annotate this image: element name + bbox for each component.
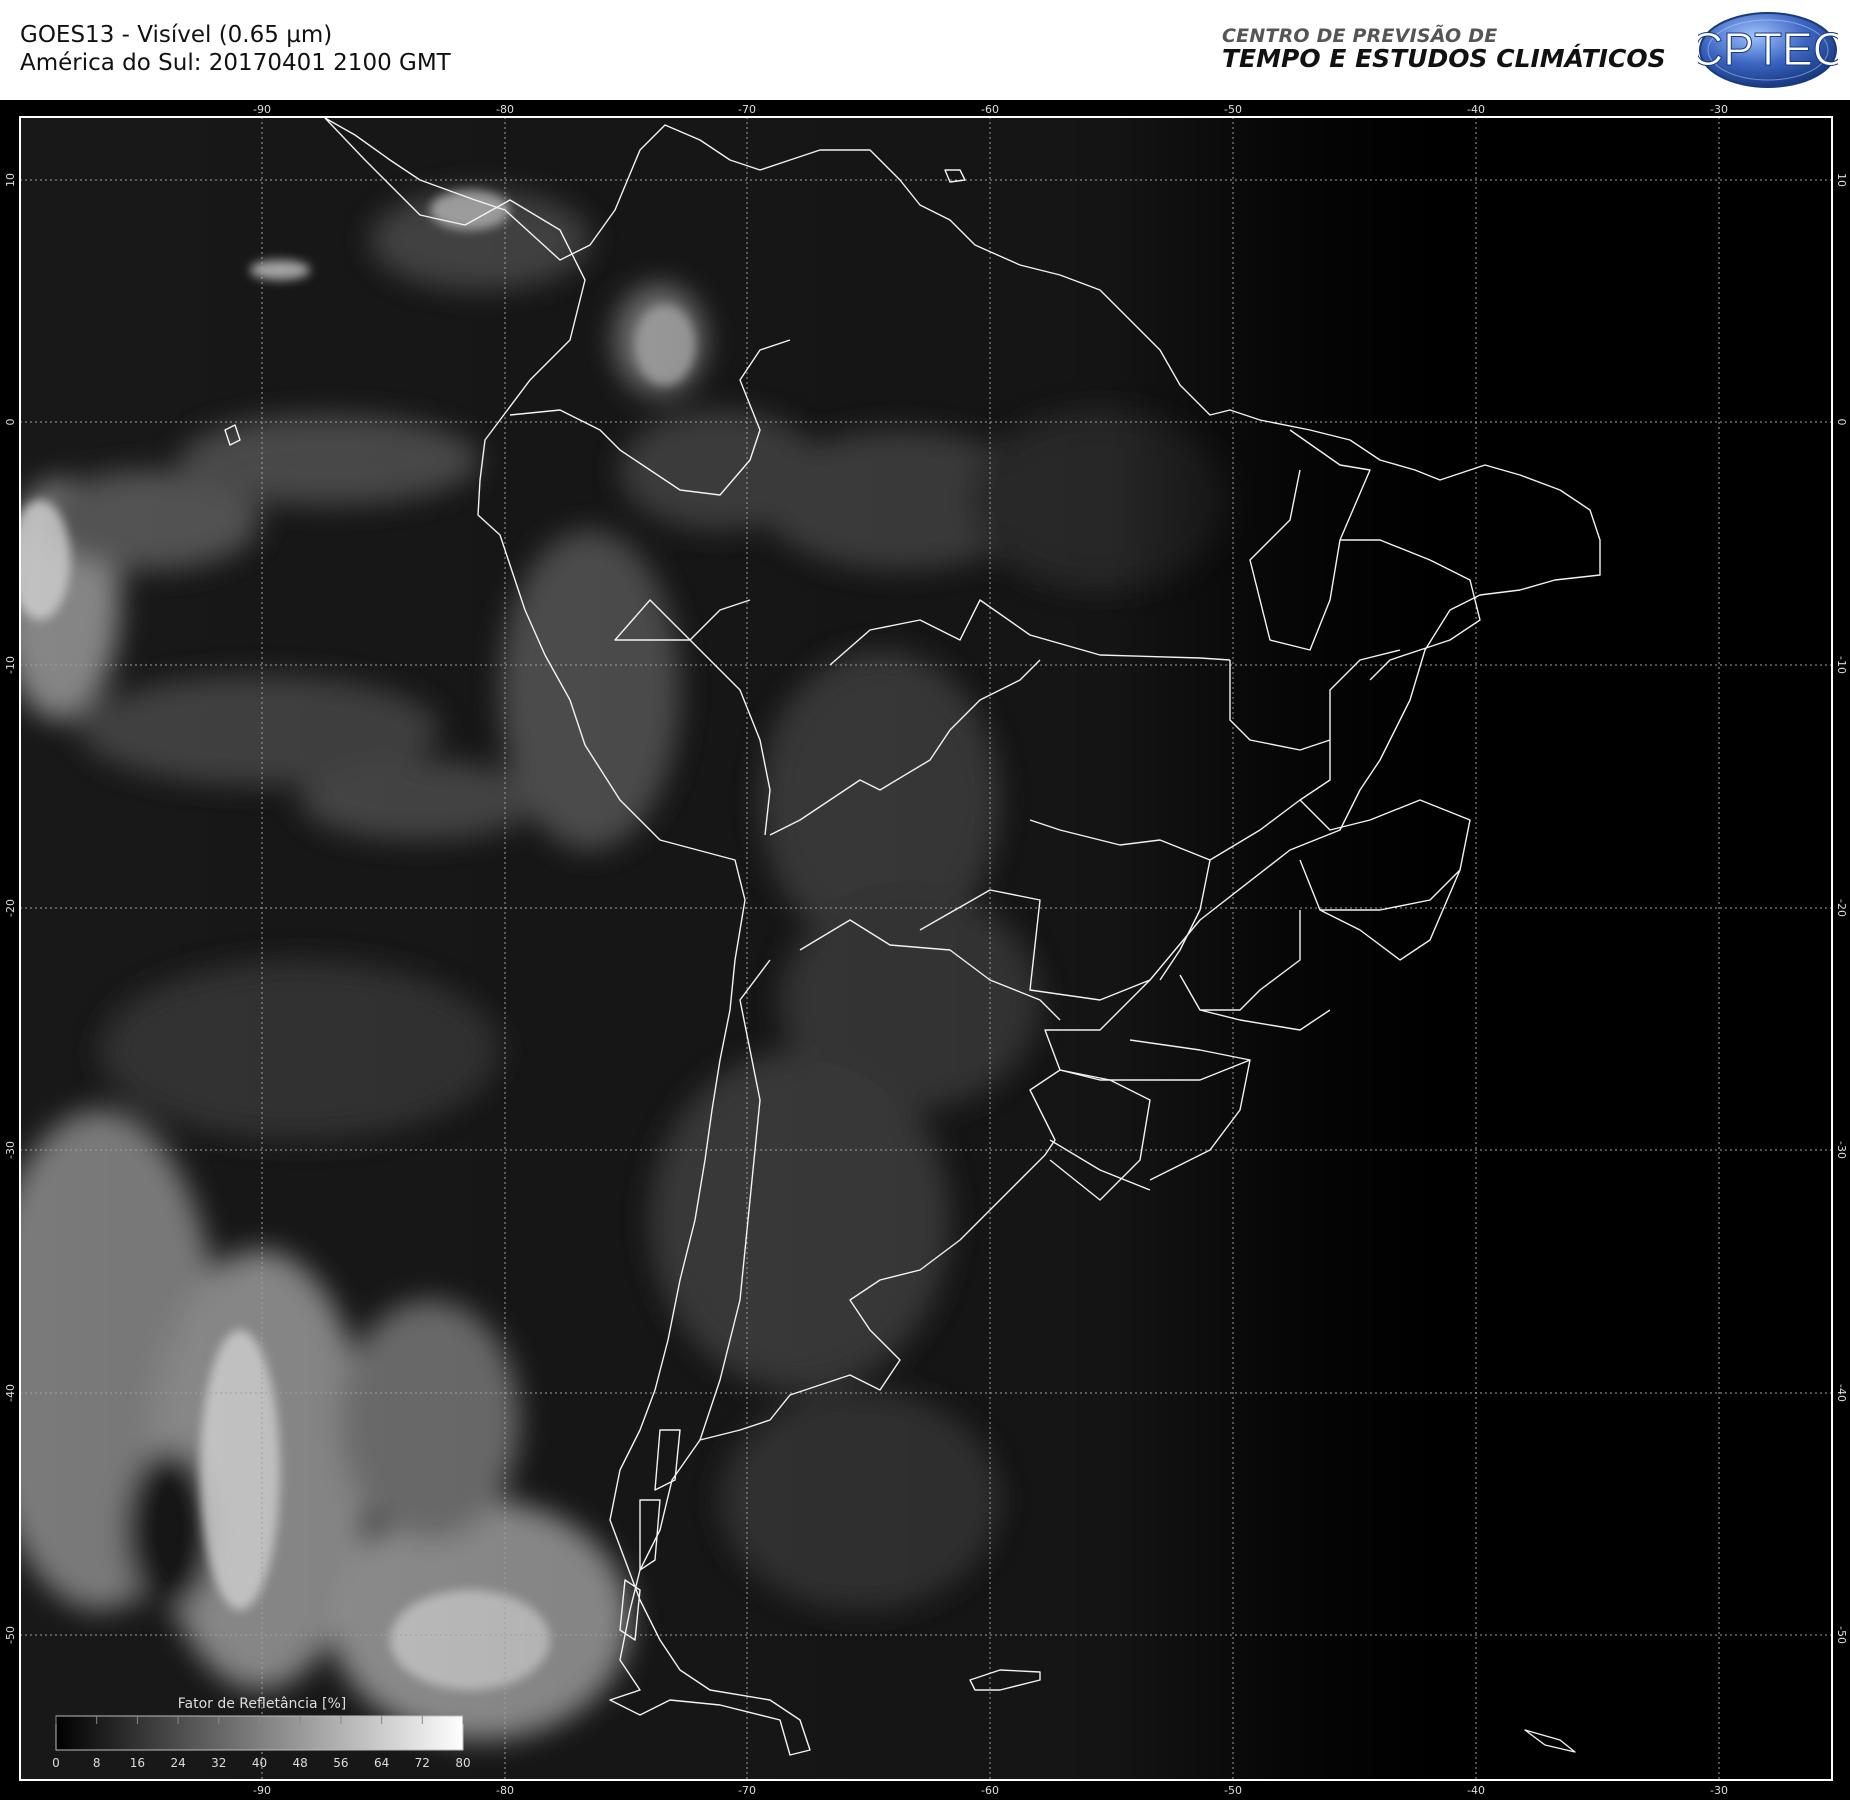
lat-label-left: -10 <box>4 656 17 674</box>
colorbar-tick-label: 40 <box>252 1756 267 1770</box>
lat-label-left: -50 <box>4 1626 17 1644</box>
lat-label-left: -30 <box>4 1141 17 1159</box>
colorbar-tick-label: 80 <box>455 1756 470 1770</box>
lon-label-bottom: -60 <box>981 1784 999 1797</box>
lat-label-right: -40 <box>1835 1384 1848 1402</box>
colorbar-tick-label: 48 <box>293 1756 308 1770</box>
lon-label-bottom: -40 <box>1467 1784 1485 1797</box>
lon-label-top: -70 <box>738 103 756 116</box>
satellite-imagery <box>20 117 1832 1780</box>
colorbar-tick-label: 32 <box>211 1756 226 1770</box>
logo-lettering: CPTEC <box>1698 23 1838 75</box>
latitude-labels-right: 10 0 -10 -20 -30 -40 -50 <box>1835 173 1848 1644</box>
colorbar-tick-label: 72 <box>415 1756 430 1770</box>
lat-label-left: 10 <box>4 173 17 187</box>
lat-label-right: -30 <box>1835 1141 1848 1159</box>
lon-label-bottom: -50 <box>1224 1784 1242 1797</box>
product-title: GOES13 - Visível (0.65 µm) <box>20 22 333 48</box>
lon-label-top: -60 <box>981 103 999 116</box>
colorbar-tick-label: 8 <box>93 1756 101 1770</box>
colorbar-tick-label: 16 <box>130 1756 145 1770</box>
lon-label-top: -90 <box>253 103 271 116</box>
lon-label-bottom: -30 <box>1710 1784 1728 1797</box>
latitude-labels-left: 10 0 -10 -20 -30 -40 -50 <box>4 173 17 1644</box>
lon-label-bottom: -90 <box>253 1784 271 1797</box>
lon-label-top: -30 <box>1710 103 1728 116</box>
cptec-logo: CPTEC <box>1698 12 1838 88</box>
longitude-labels-bottom: -90 -80 -70 -60 -50 -40 -30 <box>253 1784 1728 1797</box>
lat-label-left: -40 <box>4 1384 17 1402</box>
header-bar: GOES13 - Visível (0.65 µm) América do Su… <box>0 0 1850 100</box>
lon-label-bottom: -70 <box>738 1784 756 1797</box>
lon-label-bottom: -80 <box>496 1784 514 1797</box>
lat-label-right: 0 <box>1835 419 1848 426</box>
lon-label-top: -80 <box>496 103 514 116</box>
lon-label-top: -40 <box>1467 103 1485 116</box>
lat-label-left: 0 <box>4 419 17 426</box>
lat-label-right: -50 <box>1835 1626 1848 1644</box>
colorbar-title: Fator de Refletância [%] <box>178 1696 347 1712</box>
lat-label-right: -20 <box>1835 899 1848 917</box>
lat-label-right: 10 <box>1835 173 1848 187</box>
lat-label-left: -20 <box>4 899 17 917</box>
colorbar-tick-label: 56 <box>333 1756 348 1770</box>
colorbar-tick-label: 24 <box>170 1756 185 1770</box>
lat-label-right: -10 <box>1835 656 1848 674</box>
org-name-line2: TEMPO E ESTUDOS CLIMÁTICOS <box>1222 44 1666 73</box>
lon-label-top: -50 <box>1224 103 1242 116</box>
region-datetime: América do Sul: 20170401 2100 GMT <box>20 50 451 76</box>
longitude-labels-top: -90 -80 -70 -60 -50 -40 -30 <box>253 103 1728 116</box>
satellite-map: -90 -80 -70 -60 -50 -40 -30 -90 -80 -70 … <box>4 103 1848 1797</box>
colorbar-tick-label: 64 <box>374 1756 389 1770</box>
colorbar-tick-label: 0 <box>52 1756 60 1770</box>
